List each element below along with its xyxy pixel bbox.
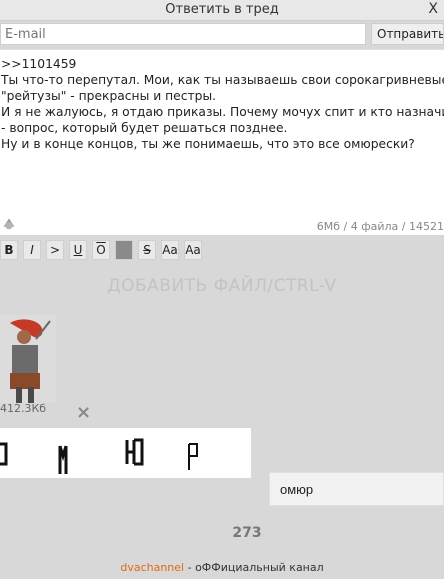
file-size-label: 412.3Кб (0, 402, 47, 415)
reply-window-titlebar: Ответить в тред X (0, 0, 444, 21)
message-line: Ты что-то перепутал. Мои, как ты называе… (1, 73, 444, 87)
captcha-glyphs (0, 438, 198, 474)
underline-button[interactable]: U (69, 240, 87, 260)
message-line: - вопрос, который будет решаться позднее… (1, 121, 288, 135)
file-thumbnail[interactable] (0, 315, 56, 403)
reply-window-title: Ответить в тред (165, 2, 279, 17)
attach-icon[interactable] (0, 214, 18, 232)
message-line: Ну и в конце концов, ты же понимаешь, чт… (1, 137, 415, 151)
file-limit-info: 6Мб / 4 файла / 14521 (316, 220, 444, 233)
send-button[interactable]: Отправить (371, 23, 444, 45)
captcha-image (0, 428, 251, 478)
footer-text: - оФФициальный канал (184, 561, 324, 574)
markup-toolbar: B I > U O S Aa Aa (0, 240, 444, 264)
bold-button[interactable]: B (0, 240, 18, 260)
italic-button[interactable]: I (23, 240, 41, 260)
email-field[interactable] (0, 23, 366, 45)
footer: dvachannel - оФФициальный канал (0, 561, 444, 574)
add-file-button[interactable]: ДОБАВИТЬ ФАЙЛ/CTRL-V (0, 276, 444, 296)
remove-file-button[interactable]: × (76, 402, 91, 423)
strike-button[interactable]: S (138, 240, 156, 260)
subscript-button[interactable]: Aa (184, 240, 202, 260)
superscript-button[interactable]: Aa (161, 240, 179, 260)
overline-button[interactable]: O (92, 240, 110, 260)
brand-link[interactable]: dvachannel (120, 561, 184, 574)
captcha-input[interactable] (269, 472, 444, 506)
message-textarea[interactable]: >>1101459 Ты что-то перепутал. Мои, как … (0, 49, 444, 235)
quote-button[interactable]: > (46, 240, 64, 260)
spoiler-button[interactable] (115, 240, 133, 260)
message-line: >>1101459 (1, 57, 77, 71)
message-line: И я не жалуюсь, я отдаю приказы. Почему … (1, 105, 444, 119)
message-line: "рейтузы" - прекрасны и пестры. (1, 89, 217, 103)
close-button[interactable]: X (428, 1, 438, 17)
captcha-counter: 273 (232, 525, 262, 541)
